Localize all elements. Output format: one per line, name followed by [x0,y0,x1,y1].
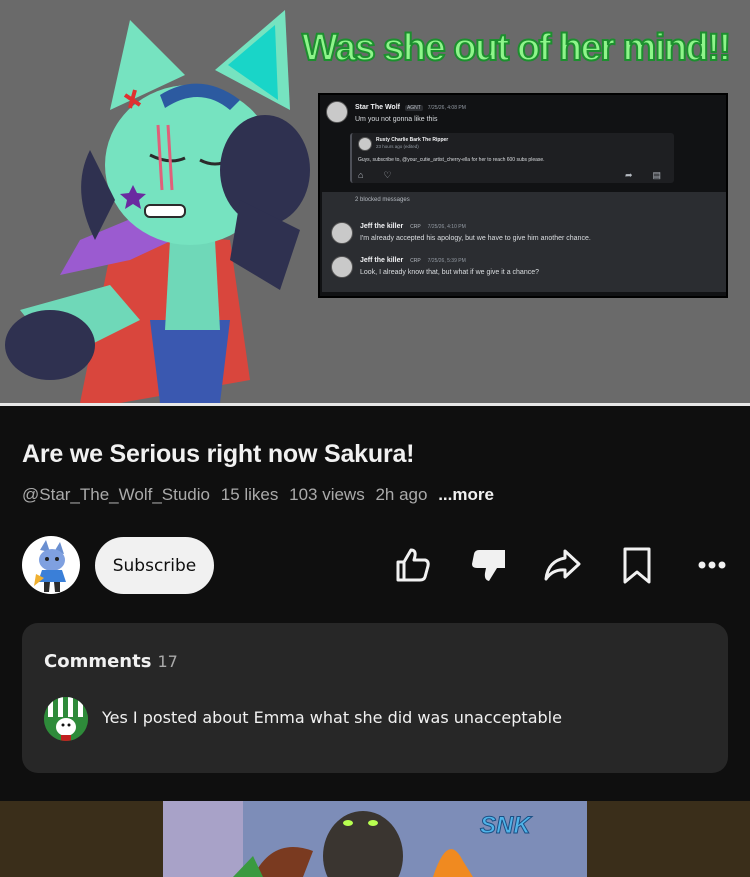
snk-logo: SNK [480,812,532,840]
more-actions-button[interactable] [690,543,734,587]
discord-reply2-tag: CRP [408,258,423,264]
top-comment-text: Yes I posted about Emma what she did was… [102,708,562,727]
video-player[interactable]: Was she out of her mind!! Star The Wolf … [0,0,750,403]
discord-blocked-section [322,192,726,292]
discord-message-text: Um you not gonna like this [355,116,438,123]
dislike-button[interactable] [467,543,511,587]
comments-panel[interactable]: Comments 17 Yes I posted about Emma what … [22,623,728,773]
discord-message-header: Star The Wolf AGNT 7/25/26, 4:08 PM [355,104,466,111]
discord-author: Star The Wolf [355,104,400,111]
meme-caption: Was she out of her mind!! [301,26,732,70]
discord-reply2-author: Jeff the killer [360,257,404,264]
discord-reply1-author: Jeff the killer [360,223,404,230]
thumb-down-icon [472,550,505,581]
thumb-up-icon [396,548,430,582]
discord-share-icon: ➦ ▤ [625,170,662,180]
subscribe-button[interactable]: Subscribe [95,537,214,594]
comments-label: Comments [44,651,152,672]
discord-reply2-header: Jeff the killer CRP 7/25/26, 5:39 PM [360,257,466,264]
comments-heading: Comments 17 [44,651,178,672]
discord-forward-avatar [358,137,372,151]
discord-forward-text: Guys, subscribe to, @your_cutie_artist_c… [358,157,545,163]
discord-reply1-avatar [331,222,353,244]
save-icon [623,547,651,584]
comments-count: 17 [157,652,178,671]
more-link[interactable]: ...more [438,485,494,504]
view-count: 103 views [289,485,365,504]
discord-reply1-time: 7/25/26, 4:10 PM [427,224,466,230]
discord-forward-time: 23 hours ago (edited) [376,144,419,149]
channel-avatar[interactable] [22,536,80,594]
save-button[interactable] [615,543,659,587]
discord-reaction-icons: ⌂ ♡ [358,170,392,180]
discord-reply2-avatar [331,256,353,278]
progress-bar[interactable] [0,403,750,406]
discord-tag: AGNT [404,105,423,111]
channel-handle[interactable]: @Star_The_Wolf_Studio [22,485,210,504]
discord-timestamp: 7/25/26, 4:08 PM [427,105,466,111]
discord-reply1-tag: CRP [408,224,423,230]
discord-blocked-label: 2 blocked messages [355,197,410,203]
share-icon [544,549,581,581]
discord-reply1-header: Jeff the killer CRP 7/25/26, 4:10 PM [360,223,466,230]
commenter-avatar[interactable] [44,697,88,741]
more-icon [698,561,726,569]
discord-avatar [326,101,348,123]
commenter-avatar-icon [44,697,88,741]
next-video-thumbnail[interactable] [0,801,750,877]
discord-reply2-text: Look, I already know that, but what if w… [360,269,539,276]
discord-reply1-text: I'm already accepted his apology, but we… [360,235,591,242]
video-title: Are we Serious right now Sakura! [22,440,415,468]
like-count: 15 likes [220,485,279,504]
share-button[interactable] [540,543,584,587]
video-metadata[interactable]: @Star_The_Wolf_Studio 15 likes 103 views… [22,485,500,505]
discord-forward-author: Rusty Charlie Bark The Ripper [376,137,449,143]
wolf-avatar-icon [34,540,66,592]
discord-reply2-time: 7/25/26, 5:39 PM [427,258,466,264]
like-button[interactable] [390,543,434,587]
upload-age: 2h ago [375,485,428,504]
discord-forward-header: Rusty Charlie Bark The Ripper [376,137,448,143]
